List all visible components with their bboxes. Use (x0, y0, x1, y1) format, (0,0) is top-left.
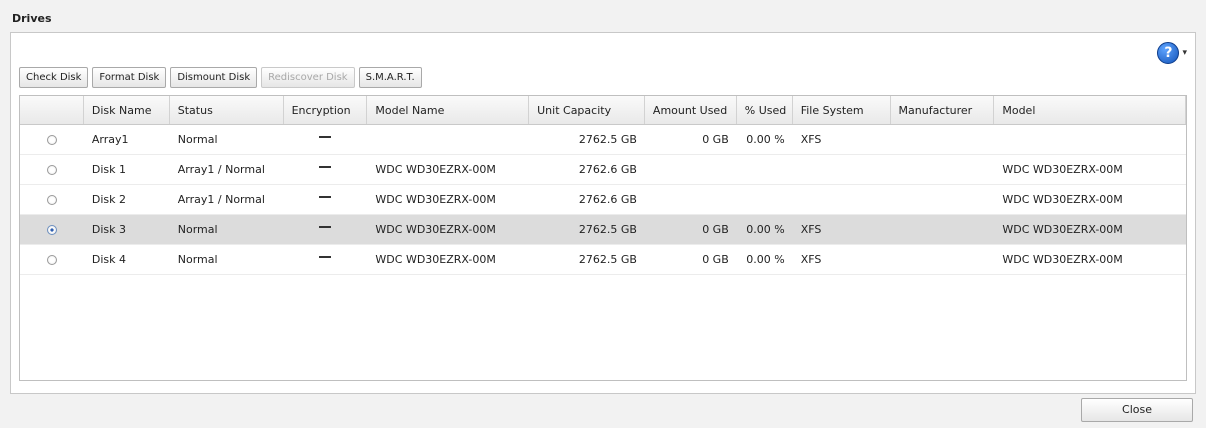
model: WDC WD30EZRX-00M (1002, 223, 1123, 236)
header-disk-name[interactable]: Disk Name (84, 96, 170, 124)
dash-icon (319, 225, 332, 228)
row-select-radio[interactable] (46, 164, 57, 175)
percent-used (737, 155, 793, 184)
model-name: WDC WD30EZRX-00M (375, 253, 496, 266)
model: WDC WD30EZRX-00M (1002, 193, 1123, 206)
unit-capacity: 2762.6 GB (578, 163, 637, 176)
amount-used: 0 GB (702, 253, 729, 266)
disk-name: Disk 1 (91, 163, 127, 176)
format-disk-button[interactable]: Format Disk (92, 67, 167, 88)
dash-icon (319, 135, 332, 138)
header-amount-used[interactable]: Amount Used (645, 96, 737, 124)
status: Array1 / Normal (177, 193, 265, 206)
disk-name: Disk 2 (91, 193, 127, 206)
table-row[interactable]: Disk 4 Normal WDC WD30EZRX-00M 2762.5 GB… (20, 245, 1186, 275)
file-system (793, 155, 891, 184)
model-name: WDC WD30EZRX-00M (375, 163, 496, 176)
model (994, 125, 1186, 154)
amount-used (645, 155, 737, 184)
model-name: WDC WD30EZRX-00M (375, 193, 496, 206)
model: WDC WD30EZRX-00M (1002, 253, 1123, 266)
chevron-down-icon[interactable]: ▾ (1182, 48, 1187, 58)
row-select-radio[interactable] (46, 194, 57, 205)
disk-name: Disk 4 (91, 253, 127, 266)
unit-capacity: 2762.6 GB (578, 193, 637, 206)
unit-capacity: 2762.5 GB (578, 133, 637, 146)
dismount-disk-button[interactable]: Dismount Disk (170, 67, 258, 88)
manufacturer (891, 125, 995, 154)
disk-name: Array1 (91, 133, 129, 146)
status: Normal (177, 223, 218, 236)
table-row[interactable]: Disk 2 Array1 / Normal WDC WD30EZRX-00M … (20, 185, 1186, 215)
drives-table: Disk Name Status Encryption Model Name U… (19, 95, 1187, 381)
percent-used: 0.00 % (746, 133, 785, 146)
header-file-system[interactable]: File System (793, 96, 891, 124)
header-manufacturer[interactable]: Manufacturer (891, 96, 995, 124)
unit-capacity: 2762.5 GB (578, 253, 637, 266)
smart-button[interactable]: S.M.A.R.T. (358, 67, 422, 88)
header-model-name[interactable]: Model Name (367, 96, 530, 124)
dash-icon (319, 255, 332, 258)
model: WDC WD30EZRX-00M (1002, 163, 1123, 176)
help-icon[interactable]: ? (1157, 42, 1180, 64)
manufacturer (891, 185, 995, 214)
manufacturer (891, 215, 995, 244)
drives-panel: ? ▾ Check Disk Format Disk Dismount Disk… (10, 32, 1196, 394)
file-system (793, 185, 891, 214)
drives-dialog: Drives ? ▾ Check Disk Format Disk Dismou… (0, 0, 1206, 428)
status: Normal (177, 133, 218, 146)
rediscover-disk-button[interactable]: Rediscover Disk (261, 67, 355, 88)
model-name: WDC WD30EZRX-00M (375, 223, 496, 236)
help-menu[interactable]: ? ▾ (1157, 41, 1187, 65)
encryption (284, 215, 368, 244)
row-select-radio[interactable] (46, 254, 57, 265)
header-model[interactable]: Model (994, 96, 1186, 124)
dash-icon (319, 195, 332, 198)
toolbar: Check Disk Format Disk Dismount Disk Red… (19, 67, 422, 88)
unit-capacity: 2762.5 GB (578, 223, 637, 236)
header-encryption[interactable]: Encryption (284, 96, 368, 124)
encryption (284, 125, 368, 154)
close-button[interactable]: Close (1081, 398, 1193, 422)
percent-used: 0.00 % (746, 253, 785, 266)
dash-icon (319, 165, 332, 168)
status: Array1 / Normal (177, 163, 265, 176)
manufacturer (891, 155, 995, 184)
encryption (284, 245, 368, 274)
file-system: XFS (800, 253, 822, 266)
disk-name: Disk 3 (91, 223, 127, 236)
table-row-selected[interactable]: Disk 3 Normal WDC WD30EZRX-00M 2762.5 GB… (20, 215, 1186, 245)
status: Normal (177, 253, 218, 266)
percent-used: 0.00 % (746, 223, 785, 236)
amount-used: 0 GB (702, 133, 729, 146)
amount-used (645, 185, 737, 214)
header-select (20, 96, 84, 124)
table-header: Disk Name Status Encryption Model Name U… (20, 96, 1186, 125)
file-system: XFS (800, 223, 822, 236)
table-row[interactable]: Array1 Normal 2762.5 GB 0 GB 0.00 % XFS (20, 125, 1186, 155)
percent-used (737, 185, 793, 214)
manufacturer (891, 245, 995, 274)
file-system: XFS (800, 133, 822, 146)
encryption (284, 155, 368, 184)
amount-used: 0 GB (702, 223, 729, 236)
row-select-radio[interactable] (46, 224, 57, 235)
header-status[interactable]: Status (170, 96, 284, 124)
check-disk-button[interactable]: Check Disk (19, 67, 89, 88)
header-percent-used[interactable]: % Used (737, 96, 793, 124)
dialog-title: Drives (12, 12, 52, 25)
row-select-radio[interactable] (46, 134, 57, 145)
model-name (367, 125, 529, 154)
encryption (284, 185, 368, 214)
table-row[interactable]: Disk 1 Array1 / Normal WDC WD30EZRX-00M … (20, 155, 1186, 185)
header-unit-capacity[interactable]: Unit Capacity (529, 96, 645, 124)
